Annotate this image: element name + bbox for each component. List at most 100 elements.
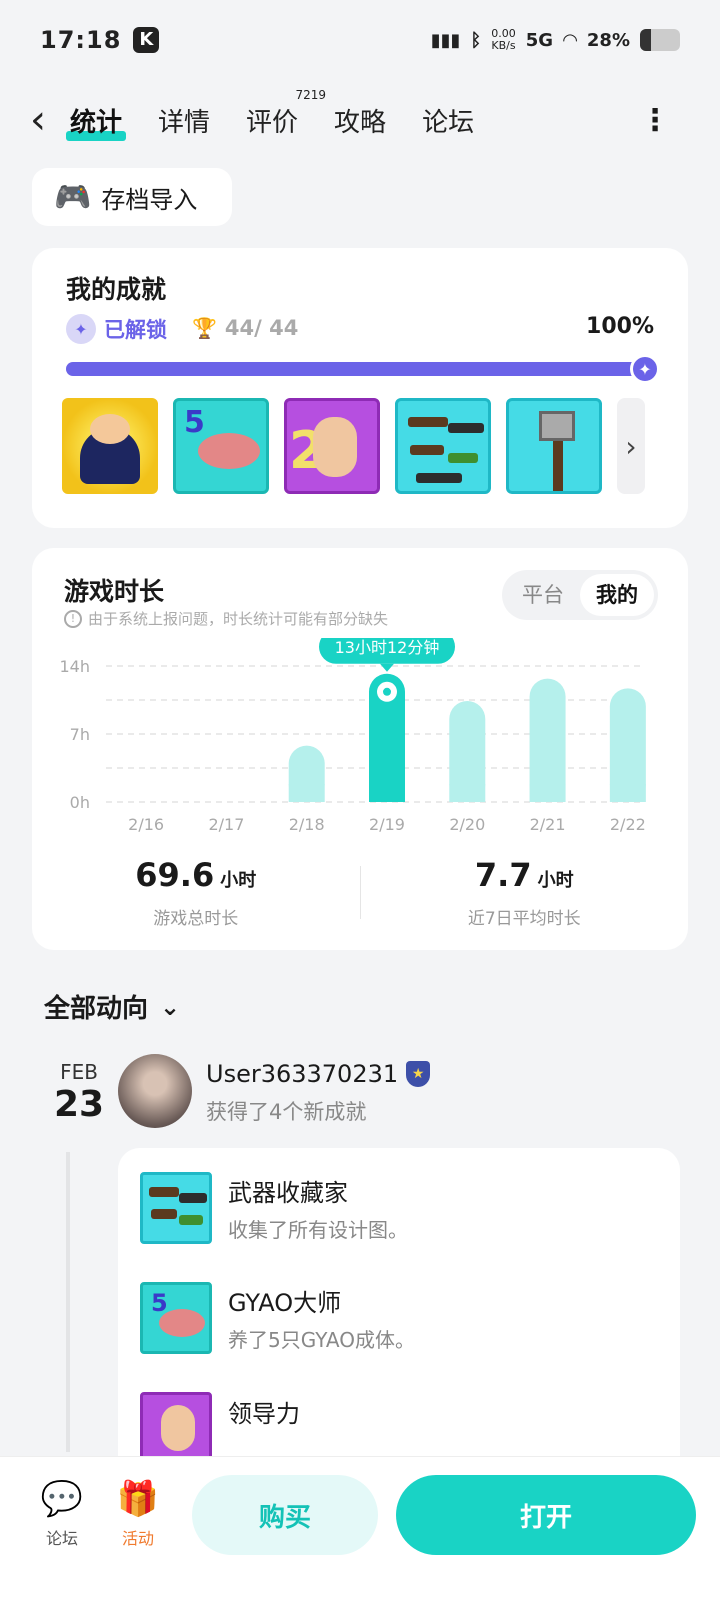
achievement-icons: 5 20 › [62, 398, 645, 494]
y-tick-label: 0h [70, 793, 90, 812]
network-speed: 0.00 KB/s [491, 27, 516, 52]
new-achievements-list: 武器收藏家 收集了所有设计图。 5 GYAO大师 养了5只GYAO成体。 领导力 [118, 1148, 680, 1478]
avg-playtime-unit: 小时 [537, 870, 574, 891]
total-playtime-unit: 小时 [220, 870, 257, 891]
chevron-right-icon[interactable]: › [617, 398, 645, 494]
trophy-icon: 🏆 [192, 316, 217, 340]
chart-bar-base [449, 784, 486, 802]
x-tick-label: 2/18 [289, 815, 325, 834]
all-activity-dropdown[interactable]: 全部动向 ⌄ [44, 988, 180, 1025]
shield-badge-icon: ★ [406, 1061, 431, 1087]
back-icon[interactable]: ‹ [30, 100, 70, 140]
network-type: 5G [525, 29, 554, 51]
status-right: ▮▮▮ ᛒ 0.00 KB/s 5G ◠ 28% [431, 28, 680, 52]
list-item[interactable]: 武器收藏家收集了所有设计图。 [140, 1172, 408, 1244]
miner-achievement-icon[interactable] [62, 398, 158, 494]
import-save-button[interactable]: 🎮 存档导入 [32, 168, 232, 226]
feed-subtitle: 获得了4个新成就 [206, 1100, 367, 1124]
unlocked-label: ✦ 已解锁 [66, 314, 167, 344]
signal-icon: ▮▮▮ [430, 29, 461, 51]
bluetooth-icon: ᛒ [470, 29, 482, 51]
status-time: 17:18 [40, 26, 122, 54]
total-playtime-value: 69.6 [135, 856, 215, 894]
tab-stats[interactable]: 统计 [65, 102, 127, 141]
toggle-platform[interactable]: 平台 [506, 574, 580, 616]
k-app-icon: K [133, 27, 160, 53]
achievement-progress-bar: ✦ [66, 354, 660, 384]
sparkle-icon: ✦ [630, 354, 660, 384]
tooltip-pointer [380, 663, 394, 672]
achievement-title: 领导力 [228, 1400, 300, 1428]
avg-playtime-label: 近7日平均时长 [467, 909, 581, 929]
top-nav: ‹ 统计 详情 评价 7219 攻略 论坛 ⋮ [0, 88, 720, 152]
chart-bar-base [288, 784, 325, 802]
feed-day: 23 [53, 1084, 105, 1125]
chart-bar [529, 678, 566, 802]
chat-icon: 💬 [40, 1479, 84, 1519]
status-bar: 17:18 K ▮▮▮ ᛒ 0.00 KB/s 5G ◠ 28% [0, 0, 720, 80]
achievement-title: 武器收藏家 [228, 1179, 348, 1207]
weapons-achievement-icon[interactable] [395, 398, 491, 494]
achievement-percent: 100% [586, 314, 654, 339]
hammer-achievement-icon[interactable] [506, 398, 602, 494]
list-item[interactable]: 5 GYAO大师 养了5只GYAO成体。 [140, 1282, 415, 1354]
achievements-card: 我的成就 ✦ 已解锁 🏆 44/ 44 100% ✦ 5 20 › [32, 248, 688, 528]
achievement-desc: 收集了所有设计图。 [228, 1218, 408, 1242]
portrait-achievement-icon [140, 1392, 212, 1464]
forum-label: 论坛 [45, 1529, 78, 1548]
info-icon: ! [64, 609, 82, 628]
achievement-desc: 养了5只GYAO成体。 [228, 1328, 415, 1352]
feed-date: FEB 23 [44, 1060, 114, 1125]
progress-fill [66, 362, 654, 376]
more-menu-icon[interactable]: ⋮ [640, 103, 670, 138]
tab-forum[interactable]: 论坛 [422, 102, 474, 139]
open-button[interactable]: 打开 [396, 1475, 696, 1555]
tab-details[interactable]: 详情 [158, 102, 210, 139]
highlight-label: 13小时12分钟 [335, 638, 440, 657]
list-item[interactable]: 领导力 [140, 1392, 300, 1464]
gamepad-icon: 🎮 [54, 179, 92, 215]
playtime-chart: 14h 7h 0h 2/16 2/17 2/18 13小时12分钟 2/19 2/20 2/21 2… [60, 638, 646, 834]
total-playtime: 69.6 小时 游戏总时长 [32, 856, 360, 929]
feed-username[interactable]: User363370231 ★ [206, 1060, 431, 1088]
weapons-achievement-icon [140, 1172, 212, 1244]
buy-button[interactable]: 购买 [192, 1475, 378, 1555]
reviews-count: 7219 [295, 87, 327, 102]
x-tick-label: 2/16 [128, 815, 164, 834]
toggle-mine[interactable]: 我的 [580, 574, 654, 616]
y-tick-label: 14h [60, 657, 91, 676]
playtime-toggle: 平台 我的 [502, 570, 658, 620]
playtime-card: 游戏时长 ! 由于系统上报问题，时长统计可能有部分缺失 平台 我的 14h 7h 0… [32, 548, 688, 950]
avg-playtime-value: 7.7 [474, 856, 532, 894]
feed-month: FEB [60, 1060, 98, 1084]
achievement-title: GYAO大师 [228, 1289, 342, 1317]
gift-icon: 🎁 [116, 1479, 160, 1519]
forum-nav[interactable]: 💬 论坛 [32, 1477, 92, 1549]
avatar[interactable] [118, 1054, 192, 1128]
achievements-title: 我的成就 [66, 275, 167, 304]
tab-guides[interactable]: 攻略 [334, 102, 386, 139]
fish-5-achievement-icon[interactable]: 5 [173, 398, 269, 494]
total-playtime-label: 游戏总时长 [153, 909, 239, 929]
x-tick-label: 2/17 [208, 815, 244, 834]
battery-icon [640, 29, 680, 51]
portrait-20-achievement-icon[interactable]: 20 [284, 398, 380, 494]
y-tick-label: 7h [70, 725, 90, 744]
chart-bar-base [609, 784, 646, 802]
playtime-note: ! 由于系统上报问题，时长统计可能有部分缺失 [64, 608, 388, 629]
activity-nav[interactable]: 🎁 活动 [108, 1477, 168, 1549]
playtime-title: 游戏时长 [64, 577, 165, 606]
wifi-icon: ◠ [563, 29, 577, 51]
unlocked-badge-icon: ✦ [66, 314, 96, 344]
bottom-bar: 💬 论坛 🎁 活动 购买 打开 [0, 1456, 720, 1600]
chevron-down-icon: ⌄ [160, 992, 181, 1021]
timeline-line [66, 1152, 70, 1452]
tab-reviews[interactable]: 评价 7219 [246, 88, 326, 139]
battery-percent: 28% [586, 29, 630, 51]
achievement-count: 🏆 44/ 44 [192, 316, 299, 340]
x-tick-label: 2/22 [610, 815, 646, 834]
x-tick-label: 2/19 [369, 815, 405, 834]
x-tick-label: 2/21 [530, 815, 566, 834]
activity-label: 活动 [121, 1529, 154, 1548]
chart-bar-base [529, 784, 566, 802]
